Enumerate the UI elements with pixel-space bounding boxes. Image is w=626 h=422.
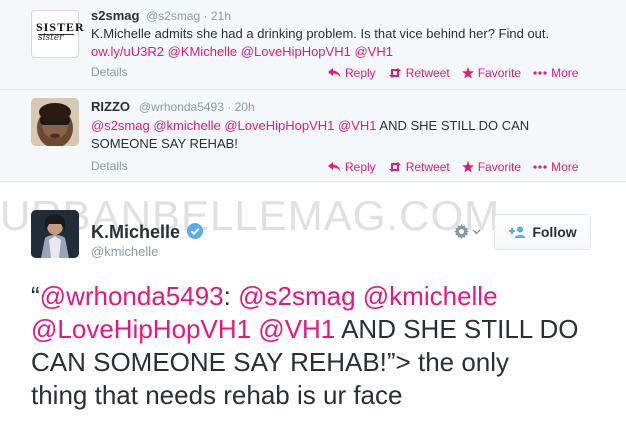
retweet-icon <box>388 162 401 172</box>
mention[interactable]: @s2smag <box>91 118 150 133</box>
gear-icon <box>454 224 469 239</box>
avatar[interactable] <box>31 98 79 146</box>
retweet-icon <box>388 68 401 78</box>
more-dots-icon <box>533 71 547 75</box>
more-button[interactable]: More <box>533 160 578 174</box>
follow-label: Follow <box>532 224 577 240</box>
tweet-text: @s2smag @kmichelle @LoveHipHopVH1 @VH1 A… <box>91 118 530 151</box>
favorite-star-icon <box>461 67 474 79</box>
reply-icon <box>328 162 341 172</box>
mention[interactable]: @LoveHipHopVH1 <box>224 118 334 133</box>
logo-script: sister <box>38 33 64 43</box>
mention[interactable]: @kmichelle <box>153 118 220 133</box>
tweet-rizzo[interactable]: RIZZO @wrhonda5493 · 20h @s2smag @kmiche… <box>0 90 626 182</box>
author-handle[interactable]: @wrhonda5493 · 20h <box>139 100 255 114</box>
avatar[interactable] <box>31 210 79 258</box>
avatar[interactable]: SISTER sister <box>31 10 84 58</box>
tweet-s2smag[interactable]: SISTER sister s2smag @s2smag · 21h K.Mic… <box>0 0 626 90</box>
favorite-button[interactable]: Favorite <box>461 66 521 80</box>
author-name[interactable]: K.Michelle <box>91 222 180 243</box>
mention[interactable]: @s2smag <box>238 281 355 311</box>
mention[interactable]: @wrhonda5493 <box>40 281 224 311</box>
more-button[interactable]: More <box>533 66 578 80</box>
kmichelle-photo <box>31 210 79 258</box>
mention[interactable]: @LoveHipHopVH1 <box>241 44 351 59</box>
more-dots-icon <box>533 165 547 169</box>
reply-button[interactable]: Reply <box>328 160 376 174</box>
author-handle[interactable]: @s2smag · 21h <box>146 9 231 23</box>
tweet-actions: Reply Retweet Favorite More <box>328 66 590 80</box>
chevron-down-icon <box>472 228 481 235</box>
mention[interactable]: @KMichelle <box>168 44 238 59</box>
author-handle[interactable]: @kmichelle <box>91 244 158 259</box>
link[interactable]: ow.ly/uU3R2 <box>91 44 164 59</box>
retweet-button[interactable]: Retweet <box>388 160 450 174</box>
mention[interactable]: @VH1 <box>338 118 377 133</box>
mention[interactable]: @VH1 <box>354 44 393 59</box>
author-name[interactable]: s2smag <box>91 8 139 23</box>
mention[interactable]: @kmichelle <box>363 281 498 311</box>
follow-person-icon <box>509 226 526 238</box>
favorite-star-icon <box>461 161 474 173</box>
details-link[interactable]: Details <box>91 65 128 79</box>
reply-icon <box>328 68 341 78</box>
user-actions-dropdown[interactable] <box>454 224 481 239</box>
tweet-text: “@wrhonda5493: @s2smag @kmichelle @LoveH… <box>31 281 579 410</box>
tweet-text: K.Michelle admits she had a drinking pro… <box>91 26 550 59</box>
details-link[interactable]: Details <box>91 159 128 173</box>
mention[interactable]: @LoveHipHopVH1 <box>31 314 251 344</box>
favorite-button[interactable]: Favorite <box>461 160 521 174</box>
retweet-button[interactable]: Retweet <box>388 66 450 80</box>
author-name[interactable]: RIZZO <box>91 99 130 114</box>
rizzo-photo <box>31 98 79 146</box>
tweet-actions: Reply Retweet Favorite More <box>328 160 590 174</box>
follow-button[interactable]: Follow <box>494 214 591 250</box>
conversation-stack: SISTER sister s2smag @s2smag · 21h K.Mic… <box>0 0 626 182</box>
reply-button[interactable]: Reply <box>328 66 376 80</box>
verified-icon <box>187 223 203 244</box>
mention[interactable]: @VH1 <box>258 314 335 344</box>
